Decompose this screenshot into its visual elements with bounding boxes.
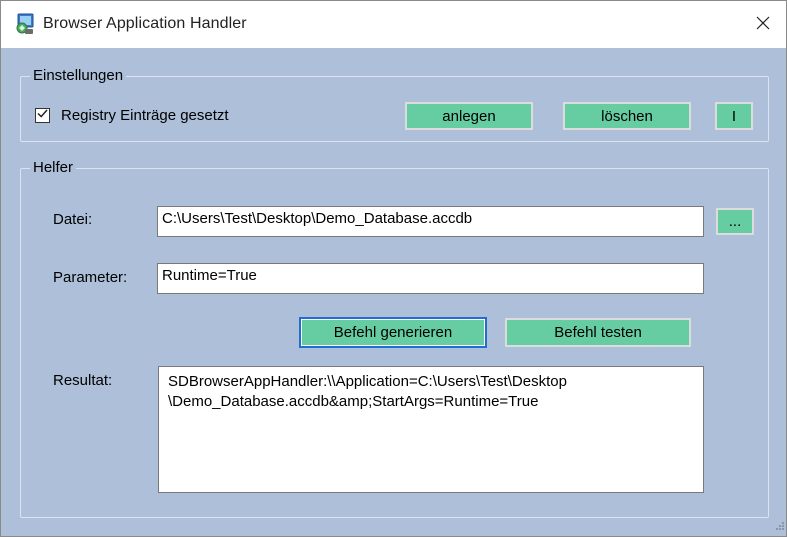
result-line-2: \Demo_Database.accdb&amp;StartArgs=Runti… [168, 393, 539, 410]
registry-checkbox-row[interactable]: Registry Einträge gesetzt [35, 107, 229, 124]
close-button[interactable] [739, 1, 786, 48]
app-window: Browser Application Handler Einstellunge… [0, 0, 787, 537]
test-command-button[interactable]: Befehl testen [505, 318, 691, 347]
browse-button[interactable]: ... [716, 208, 754, 235]
parameter-label: Parameter: [53, 269, 128, 286]
resize-grip-icon[interactable] [771, 519, 785, 533]
result-label: Resultat: [53, 372, 113, 389]
registry-checkbox-label: Registry Einträge gesetzt [61, 107, 229, 124]
file-input[interactable]: C:\Users\Test\Desktop\Demo_Database.accd… [157, 206, 704, 237]
result-line-1: SDBrowserAppHandler:\\Application=C:\Use… [168, 373, 567, 390]
generate-command-button[interactable]: Befehl generieren [299, 317, 487, 348]
title-bar[interactable]: Browser Application Handler [1, 1, 786, 48]
info-button[interactable]: I [715, 102, 753, 130]
application-icon [15, 13, 35, 35]
close-icon [756, 16, 770, 34]
file-label: Datei: [53, 211, 93, 228]
parameter-input[interactable]: Runtime=True [157, 263, 704, 294]
window-title: Browser Application Handler [43, 15, 247, 32]
settings-group-legend: Einstellungen [30, 67, 127, 84]
checkmark-icon [36, 107, 49, 124]
result-textarea[interactable]: SDBrowserAppHandler:\\Application=C:\Use… [158, 366, 704, 493]
delete-button[interactable]: löschen [563, 102, 691, 130]
helper-group-legend: Helfer [30, 159, 77, 176]
create-button[interactable]: anlegen [405, 102, 533, 130]
registry-checkbox[interactable] [35, 108, 50, 123]
